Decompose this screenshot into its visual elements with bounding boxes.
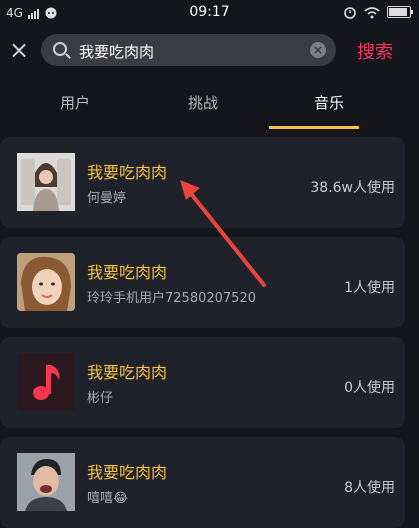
song-title: 我要吃肉肉 (87, 463, 168, 482)
music-result-item[interactable]: 我要吃肉肉 玲玲手机用户72580207520 1人使用 (0, 237, 405, 328)
song-title: 我要吃肉肉 (87, 163, 168, 182)
status-right (343, 5, 413, 19)
avatar-photo-icon (17, 453, 75, 511)
active-tab-indicator (269, 126, 359, 129)
music-result-item[interactable]: 我要吃肉肉 何曼婷 38.6w人使用 (0, 137, 405, 228)
album-cover (17, 253, 75, 311)
cover-photo-icon (17, 153, 75, 211)
status-bar: 4G 09:17 (0, 0, 419, 26)
alarm-icon (344, 7, 356, 19)
usage-count: 38.6w人使用 (310, 180, 395, 196)
tab-music[interactable]: 音乐 (314, 92, 344, 113)
search-icon (53, 42, 67, 56)
song-artist: 玲玲手机用户72580207520 (87, 291, 256, 306)
album-cover (17, 453, 75, 511)
song-artist: 何曼婷 (87, 191, 127, 206)
album-cover (17, 353, 75, 411)
wifi-icon (364, 6, 380, 18)
song-title: 我要吃肉肉 (87, 363, 168, 382)
battery-icon (387, 6, 413, 18)
music-note-icon (17, 353, 75, 411)
usage-count: 8人使用 (344, 480, 395, 496)
search-button[interactable]: 搜索 (357, 38, 393, 64)
music-result-item[interactable]: 我要吃肉肉 彬仔 0人使用 (0, 337, 405, 428)
album-cover (17, 153, 75, 211)
close-icon[interactable]: × (6, 37, 32, 63)
song-title: 我要吃肉肉 (87, 263, 168, 282)
music-result-item[interactable]: 我要吃肉肉 嘻嘻😂 8人使用 (0, 437, 405, 528)
search-bar: × × 搜索 (0, 30, 419, 74)
search-field[interactable]: × (41, 34, 336, 66)
song-artist: 嘻嘻😂 (87, 491, 129, 506)
usage-count: 1人使用 (344, 280, 395, 296)
search-input[interactable] (77, 40, 301, 62)
song-artist: 彬仔 (87, 391, 114, 406)
clear-icon[interactable]: × (310, 42, 326, 58)
avatar-photo-icon (17, 253, 75, 311)
tab-users[interactable]: 用户 (60, 92, 90, 113)
usage-count: 0人使用 (344, 380, 395, 396)
tab-bar: 用户 挑战 音乐 (0, 82, 419, 132)
tab-challenges[interactable]: 挑战 (188, 92, 218, 113)
